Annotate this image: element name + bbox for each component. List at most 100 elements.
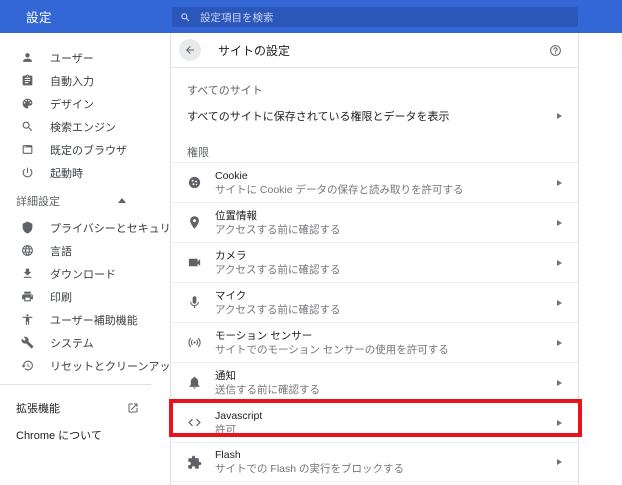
chevron-right-icon [557,300,562,306]
search-input[interactable]: 設定項目を検索 [172,7,578,27]
permission-status: サイトに Cookie データの保存と読み取りを許可する [215,183,464,197]
cookies-icon [187,175,202,190]
sidebar-item-about-chrome[interactable]: Chrome について [0,423,151,446]
permission-status: アクセスする前に確認する [215,303,340,317]
permission-name: 位置情報 [215,209,340,223]
chevron-right-icon [557,459,562,465]
app-title: 設定 [26,0,52,33]
sidebar: ユーザー自動入力デザイン検索エンジン既定のブラウザ起動時 詳細設定 プライバシー… [0,33,170,485]
site-settings-card: サイトの設定 すべてのサイト すべてのサイトに保存されている権限とデータを表示 … [170,33,579,485]
permission-row-location[interactable]: 位置情報アクセスする前に確認する [171,202,578,242]
permission-row-notifications[interactable]: 通知送信する前に確認する [171,362,578,402]
on-startup-icon [21,166,34,179]
sidebar-item-label: リセットとクリーンアップ [50,358,181,374]
permission-status: サイトでの Flash の実行をブロックする [215,462,404,476]
accessibility-icon [21,313,34,326]
sidebar-item-search-engine[interactable]: 検索エンジン [0,115,170,138]
back-button[interactable] [179,39,201,61]
permission-row-microphone[interactable]: マイクアクセスする前に確認する [171,282,578,322]
microphone-icon [187,295,202,310]
permission-status: アクセスする前に確認する [215,223,340,237]
search-placeholder: 設定項目を検索 [200,10,274,25]
permission-name: マイク [215,289,340,303]
system-icon [21,336,34,349]
page-header: サイトの設定 [171,33,578,68]
about-chrome-label: Chrome について [16,427,102,443]
help-icon[interactable] [549,44,562,57]
permission-status: 送信する前に確認する [215,383,320,397]
autofill-icon [21,74,34,87]
sidebar-item-system[interactable]: システム [0,331,170,354]
page-title: サイトの設定 [218,42,290,59]
sidebar-item-extensions[interactable]: 拡張機能 [0,396,151,419]
permission-row-javascript[interactable]: Javascript許可 [171,402,578,442]
advanced-label: 詳細設定 [16,193,60,209]
languages-icon [21,244,34,257]
permission-status: 許可 [215,423,262,437]
chevron-right-icon [557,420,562,426]
sidebar-item-label: システム [50,335,94,351]
extensions-label: 拡張機能 [16,400,60,416]
permission-name: カメラ [215,249,340,263]
sidebar-item-users[interactable]: ユーザー [0,46,170,69]
sidebar-item-accessibility[interactable]: ユーザー補助機能 [0,308,170,331]
sidebar-item-label: 既定のブラウザ [50,142,127,158]
sidebar-item-languages[interactable]: 言語 [0,239,170,262]
sidebar-item-printing[interactable]: 印刷 [0,285,170,308]
sidebar-item-label: 検索エンジン [50,119,116,135]
permission-row-flash[interactable]: Flashサイトでの Flash の実行をブロックする [171,442,578,482]
reset-cleanup-icon [21,359,34,372]
permission-row-camera[interactable]: カメラアクセスする前に確認する [171,242,578,282]
flash-icon [187,455,202,470]
chevron-right-icon [557,380,562,386]
chevron-right-icon [557,340,562,346]
permission-name: 通知 [215,369,320,383]
privacy-security-icon [21,221,34,234]
collapse-triangle-icon [118,198,126,203]
search-icon [180,12,191,23]
notifications-icon [187,375,202,390]
open-in-new-icon [127,402,139,414]
sidebar-item-label: デザイン [50,96,94,112]
permission-row-cookies[interactable]: Cookieサイトに Cookie データの保存と読み取りを許可する [171,162,578,202]
view-all-sites-label: すべてのサイトに保存されている権限とデータを表示 [187,108,449,124]
chevron-right-icon [557,180,562,186]
permission-name: Javascript [215,409,262,423]
settings-toolbar: 設定 設定項目を検索 [0,0,622,33]
sidebar-item-on-startup[interactable]: 起動時 [0,161,170,184]
permission-row-motion-sensors[interactable]: モーション センサーサイトでのモーション センサーの使用を許可する [171,322,578,362]
location-icon [187,215,202,230]
sidebar-divider [0,384,151,385]
advanced-section-toggle[interactable]: 詳細設定 [0,189,170,212]
users-icon [21,51,34,64]
sidebar-item-downloads[interactable]: ダウンロード [0,262,170,285]
javascript-icon [187,415,202,430]
arrow-back-icon [184,44,196,56]
motion-sensors-icon [187,335,202,350]
permission-name: モーション センサー [215,329,449,343]
all-sites-section-label: すべてのサイト [171,82,578,95]
camera-icon [187,255,202,270]
permission-name: Cookie [215,169,464,183]
permission-status: サイトでのモーション センサーの使用を許可する [215,343,449,357]
permission-status: アクセスする前に確認する [215,263,340,277]
sidebar-item-default-browser[interactable]: 既定のブラウザ [0,138,170,161]
sidebar-item-label: 自動入力 [50,73,94,89]
downloads-icon [21,267,34,280]
chevron-right-icon [557,260,562,266]
printing-icon [21,290,34,303]
sidebar-item-label: 起動時 [50,165,83,181]
sidebar-item-autofill[interactable]: 自動入力 [0,69,170,92]
sidebar-item-appearance[interactable]: デザイン [0,92,170,115]
sidebar-item-privacy-security[interactable]: プライバシーとセキュリティ [0,216,170,239]
sidebar-item-label: ユーザー補助機能 [50,312,138,328]
permissions-section-label: 権限 [171,144,578,157]
appearance-icon [21,97,34,110]
default-browser-icon [21,143,34,156]
sidebar-item-label: 印刷 [50,289,72,305]
permission-name: Flash [215,448,404,462]
sidebar-item-reset-cleanup[interactable]: リセットとクリーンアップ [0,354,170,377]
sidebar-item-label: ユーザー [50,50,94,66]
view-all-sites-row[interactable]: すべてのサイトに保存されている権限とデータを表示 [171,100,578,132]
search-engine-icon [21,120,34,133]
